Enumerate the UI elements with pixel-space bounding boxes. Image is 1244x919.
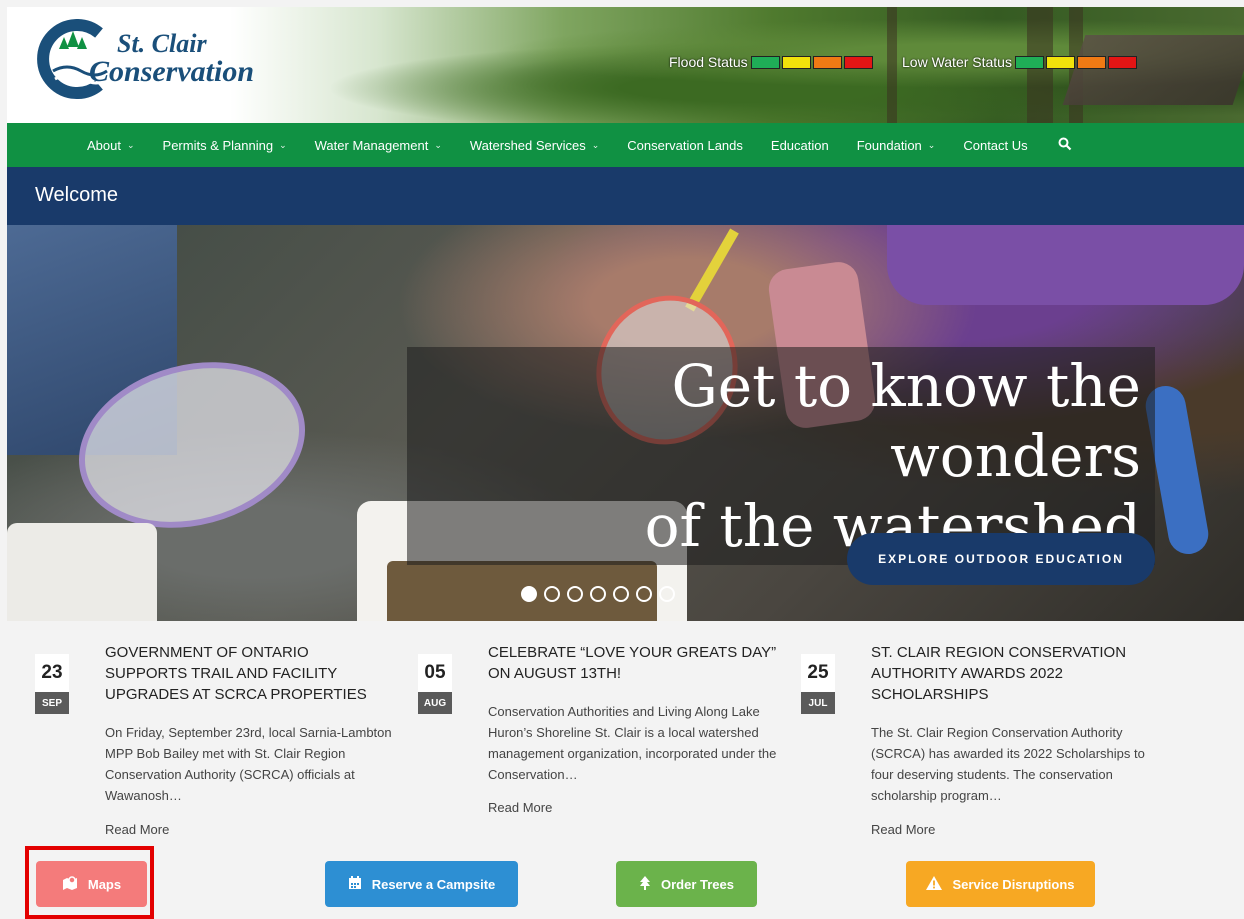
flood-status-red	[843, 55, 873, 69]
news-title[interactable]: CELEBRATE “LOVE YOUR GREATS DAY” ON AUGU…	[488, 642, 778, 684]
slider-dot-5[interactable]	[613, 586, 629, 602]
low-water-status-yellow	[1045, 55, 1075, 69]
flood-status[interactable]: Flood Status	[669, 53, 875, 71]
site-logo[interactable]: St. Clair Conservation	[37, 19, 277, 99]
highlight-box	[25, 846, 154, 919]
nav-education[interactable]: Education	[771, 138, 829, 153]
nav-watershed-services[interactable]: Watershed Services ⌄	[470, 138, 599, 153]
hero-photo-element	[887, 225, 1244, 305]
read-more-link[interactable]: Read More	[871, 822, 935, 837]
low-water-status-label: Low Water Status	[902, 54, 1012, 70]
chevron-down-icon: ⌄	[434, 139, 442, 150]
page-title: Welcome	[7, 167, 1244, 225]
news-excerpt: The St. Clair Region Conservation Author…	[871, 725, 1145, 803]
slider-dot-1[interactable]	[521, 586, 537, 602]
hero-slider: Get to know the wonders of the watershed…	[7, 225, 1244, 621]
read-more-link[interactable]: Read More	[488, 800, 552, 815]
chevron-down-icon: ⌄	[591, 139, 600, 150]
nav-permits-planning[interactable]: Permits & Planning ⌄	[163, 138, 287, 153]
order-trees-button[interactable]: Order Trees	[616, 861, 757, 907]
flood-status-label: Flood Status	[669, 54, 748, 70]
slider-dot-4[interactable]	[590, 586, 606, 602]
news-title[interactable]: GOVERNMENT OF ONTARIO SUPPORTS TRAIL AND…	[105, 642, 395, 705]
logo-text-line2: Conservation	[89, 55, 255, 88]
main-nav: About ⌄ Permits & Planning ⌄ Water Managem…	[7, 123, 1244, 167]
service-disruptions-button[interactable]: Service Disruptions	[906, 861, 1095, 907]
slider-dot-6[interactable]	[636, 586, 652, 602]
nav-water-management[interactable]: Water Management ⌄	[315, 138, 442, 153]
flood-status-yellow	[781, 55, 811, 69]
news-date: 25 JUL	[801, 654, 835, 714]
hero-photo-element	[7, 523, 157, 621]
news-excerpt: Conservation Authorities and Living Alon…	[488, 704, 777, 782]
header-photo-trunk	[887, 7, 897, 123]
slider-dot-2[interactable]	[544, 586, 560, 602]
low-water-status-red	[1107, 55, 1137, 69]
news-date: 05 AUG	[418, 654, 452, 714]
calendar-icon	[348, 875, 362, 893]
news-date: 23 SEP	[35, 654, 69, 714]
search-icon[interactable]	[1058, 137, 1072, 154]
nav-about[interactable]: About ⌄	[87, 138, 135, 153]
chevron-down-icon: ⌄	[927, 139, 936, 150]
reserve-campsite-button[interactable]: Reserve a Campsite	[325, 861, 518, 907]
nav-conservation-lands[interactable]: Conservation Lands	[627, 138, 743, 153]
tree-icon	[639, 875, 651, 893]
news-excerpt: On Friday, September 23rd, local Sarnia-…	[105, 725, 392, 803]
chevron-down-icon: ⌄	[279, 139, 287, 150]
slider-dots	[521, 586, 682, 602]
chevron-down-icon: ⌄	[126, 139, 135, 150]
site-header: St. Clair Conservation Flood Status Low …	[7, 7, 1244, 123]
nav-foundation[interactable]: Foundation ⌄	[857, 138, 936, 153]
flood-status-green	[750, 55, 780, 69]
low-water-status[interactable]: Low Water Status	[902, 53, 1139, 71]
nav-contact-us[interactable]: Contact Us	[963, 138, 1027, 153]
low-water-status-green	[1014, 55, 1044, 69]
slider-dot-3[interactable]	[567, 586, 583, 602]
read-more-link[interactable]: Read More	[105, 822, 169, 837]
explore-outdoor-education-button[interactable]: EXPLORE OUTDOOR EDUCATION	[847, 533, 1155, 585]
news-title[interactable]: ST. CLAIR REGION CONSERVATION AUTHORITY …	[871, 642, 1161, 705]
low-water-status-orange	[1076, 55, 1106, 69]
warning-icon	[926, 875, 943, 893]
flood-status-orange	[812, 55, 842, 69]
slider-dot-7[interactable]	[659, 586, 675, 602]
